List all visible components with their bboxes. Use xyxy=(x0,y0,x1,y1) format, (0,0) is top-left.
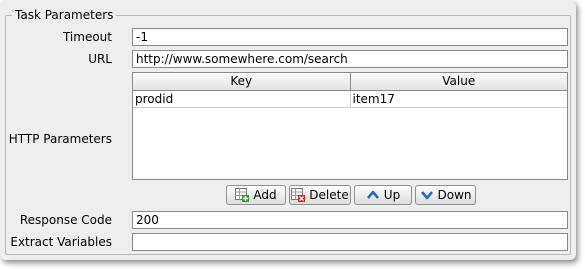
down-button-label: Down xyxy=(437,188,472,202)
delete-button-label: Delete xyxy=(309,188,349,202)
url-input[interactable] xyxy=(132,50,568,68)
table-row[interactable]: prodid item17 xyxy=(133,91,567,108)
extract-variables-input[interactable] xyxy=(132,233,568,251)
add-button[interactable]: Add xyxy=(226,185,286,205)
up-button-label: Up xyxy=(383,188,401,202)
http-parameters-table[interactable]: Key Value prodid item17 xyxy=(132,72,568,180)
timeout-input[interactable] xyxy=(132,28,568,46)
url-label: URL xyxy=(88,52,112,66)
response-code-label: Response Code xyxy=(19,213,112,227)
column-header-key[interactable]: Key xyxy=(133,73,351,90)
table-add-icon xyxy=(235,188,250,202)
up-button[interactable]: Up xyxy=(354,185,412,205)
table-delete-icon xyxy=(291,188,306,202)
extract-variables-label: Extract Variables xyxy=(10,235,112,249)
delete-button[interactable]: Delete xyxy=(289,185,351,205)
add-button-label: Add xyxy=(253,188,277,202)
column-header-value[interactable]: Value xyxy=(351,73,568,90)
group-title: Task Parameters xyxy=(12,8,117,22)
table-cell-key[interactable]: prodid xyxy=(133,91,351,107)
task-parameters-panel: Task Parameters Timeout URL HTTP Paramet… xyxy=(0,0,576,260)
http-parameters-label: HTTP Parameters xyxy=(8,132,112,146)
timeout-label: Timeout xyxy=(62,30,112,44)
response-code-input[interactable] xyxy=(132,211,568,229)
table-cell-value[interactable]: item17 xyxy=(351,91,568,107)
arrow-up-icon xyxy=(366,188,380,202)
table-header: Key Value xyxy=(133,73,567,91)
down-button[interactable]: Down xyxy=(415,185,476,205)
arrow-down-icon xyxy=(420,188,434,202)
